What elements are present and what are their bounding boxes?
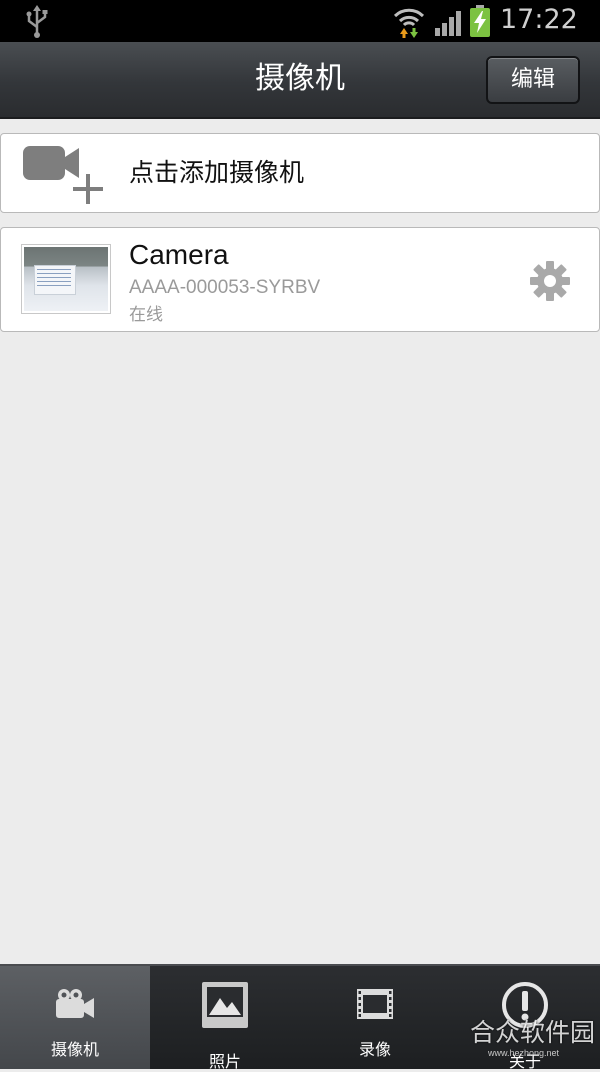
film-icon xyxy=(356,988,394,1024)
camera-list-item[interactable]: Camera AAAA-000053-SYRBV 在线 xyxy=(0,227,600,332)
watermark-url: www.hezhong.net xyxy=(488,1048,560,1058)
wifi-icon xyxy=(393,4,425,42)
camera-id: AAAA-000053-SYRBV xyxy=(129,277,321,298)
status-bar: 17:22 xyxy=(0,0,600,42)
clock: 17:22 xyxy=(500,4,578,35)
gear-icon[interactable] xyxy=(529,260,571,306)
camera-tab-icon xyxy=(54,986,96,1026)
camera-status: 在线 xyxy=(129,305,163,325)
tab-cameras[interactable]: 摄像机 xyxy=(0,966,150,1069)
battery-charging-icon xyxy=(469,5,491,41)
camera-name: Camera xyxy=(129,239,229,270)
add-camera-label: 点击添加摄像机 xyxy=(129,158,305,187)
watermark: 合众软件园 xyxy=(470,1018,596,1047)
usb-icon xyxy=(22,5,52,43)
camera-thumbnail xyxy=(21,244,111,314)
edit-button[interactable]: 编辑 xyxy=(486,56,580,104)
add-camera-button[interactable]: 点击添加摄像机 xyxy=(0,133,600,213)
video-camera-add-icon xyxy=(23,144,107,210)
tab-recordings-label: 录像 xyxy=(358,1040,391,1059)
tab-photos-label: 照片 xyxy=(208,1052,241,1071)
signal-icon xyxy=(434,8,464,40)
action-bar: 摄像机 编辑 xyxy=(0,42,600,119)
tab-recordings[interactable]: 录像 xyxy=(300,966,450,1069)
photo-icon xyxy=(200,980,250,1034)
tab-photos[interactable]: 照片 xyxy=(150,966,300,1071)
tab-cameras-label: 摄像机 xyxy=(50,1040,99,1059)
